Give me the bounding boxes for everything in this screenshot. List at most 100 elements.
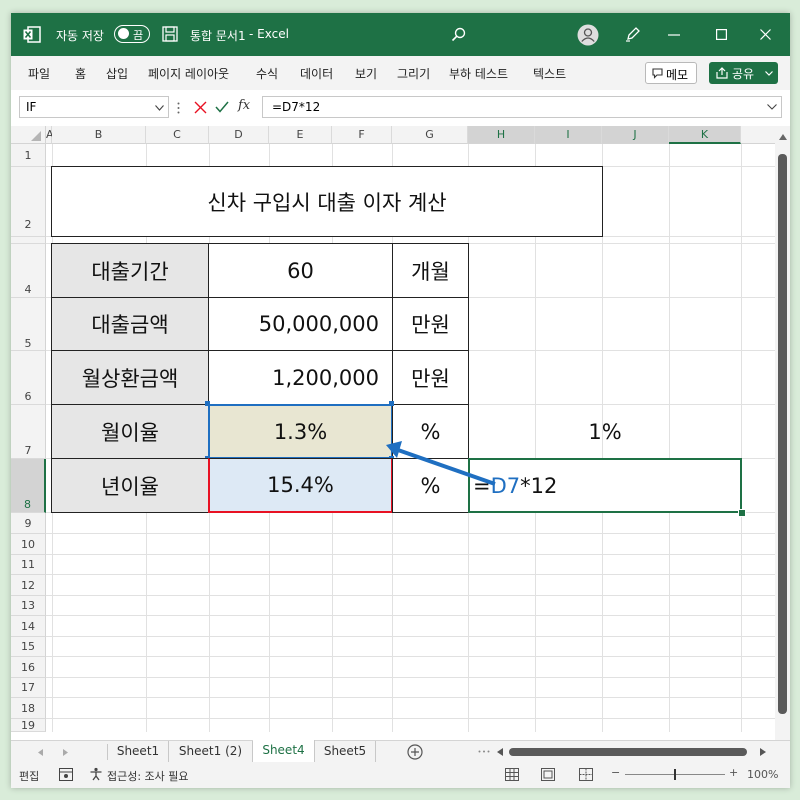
unit-cell-monthly-rate[interactable]: % (392, 404, 469, 459)
page-layout-view-icon[interactable] (541, 768, 555, 781)
horizontal-scroll-thumb[interactable] (509, 748, 747, 756)
value-cell-annual-rate[interactable]: 15.4% (208, 458, 393, 513)
value-cell-monthly-rate[interactable]: 1.3% (208, 404, 393, 459)
column-header-f[interactable]: F (332, 126, 392, 144)
tab-text[interactable]: 텍스트 (533, 65, 566, 82)
unit-cell-loan-amount[interactable]: 만원 (392, 297, 469, 351)
sheet-tab-sheet1-2[interactable]: Sheet1 (2) (169, 741, 253, 763)
tab-home[interactable]: 홈 (75, 65, 86, 82)
tab-scroll-left-icon[interactable] (38, 749, 43, 756)
row-header-17[interactable]: 17 (11, 678, 46, 698)
row-header-4[interactable]: 4 (11, 244, 46, 298)
worksheet-grid[interactable]: 신차 구입시 대출 이자 계산 대출기간 60 개월 대출금액 50,000,0… (46, 144, 775, 732)
row-header-14[interactable]: 14 (11, 616, 46, 637)
expand-formula-icon[interactable] (767, 104, 777, 110)
tab-scroll-right-icon[interactable] (63, 749, 68, 756)
label-cell-loan-period[interactable]: 대출기간 (51, 243, 209, 298)
zoom-in-button[interactable]: + (729, 766, 738, 779)
hscroll-left-icon[interactable] (497, 748, 503, 756)
row-header-3[interactable]: 3 (11, 237, 46, 244)
column-header-k[interactable]: K (669, 126, 741, 144)
cancel-icon[interactable] (194, 101, 207, 114)
label-cell-monthly-payment[interactable]: 월상환금액 (51, 350, 209, 405)
minimize-icon[interactable] (668, 34, 680, 36)
row-header-8[interactable]: 8 (11, 459, 46, 513)
column-header-i[interactable]: I (535, 126, 602, 144)
row-header-12[interactable]: 12 (11, 575, 46, 596)
memo-button[interactable]: 메모 (645, 62, 697, 84)
column-header-h[interactable]: H (468, 126, 535, 144)
save-icon[interactable] (162, 26, 178, 42)
page-break-view-icon[interactable] (579, 768, 593, 781)
fill-handle[interactable] (738, 509, 746, 517)
chevron-down-icon[interactable] (155, 105, 164, 111)
label-cell-annual-rate[interactable]: 년이율 (51, 458, 209, 513)
normal-view-icon[interactable] (505, 768, 519, 781)
tab-formulas[interactable]: 수식 (256, 65, 278, 82)
enter-check-icon[interactable] (215, 101, 229, 113)
row-header-11[interactable]: 11 (11, 555, 46, 575)
column-header-e[interactable]: E (269, 126, 332, 144)
scroll-thumb[interactable] (778, 154, 787, 714)
maximize-icon[interactable] (716, 29, 727, 40)
row-header-15[interactable]: 15 (11, 637, 46, 657)
value-cell-loan-amount[interactable]: 50,000,000 (208, 297, 393, 351)
tab-page-layout[interactable]: 페이지 레이아웃 (148, 65, 229, 82)
autosave-toggle[interactable]: 끔 (114, 25, 150, 43)
label-cell-loan-amount[interactable]: 대출금액 (51, 297, 209, 351)
vertical-scrollbar[interactable] (775, 126, 790, 740)
label-cell-monthly-rate[interactable]: 월이율 (51, 404, 209, 459)
scroll-up-icon[interactable] (779, 134, 787, 140)
macro-record-icon[interactable] (59, 768, 73, 781)
value-cell-monthly-payment[interactable]: 1,200,000 (208, 350, 393, 405)
unit-cell-annual-rate[interactable]: % (392, 458, 469, 513)
row-header-6[interactable]: 6 (11, 351, 46, 405)
tab-load-test[interactable]: 부하 테스트 (449, 65, 508, 82)
column-header-b[interactable]: B (52, 126, 146, 144)
account-avatar-icon[interactable] (577, 24, 599, 46)
column-header-j[interactable]: J (602, 126, 669, 144)
row-header-16[interactable]: 16 (11, 657, 46, 678)
share-button[interactable]: 공유 (709, 62, 778, 84)
accessibility-icon[interactable] (89, 767, 103, 781)
row-header-9[interactable]: 9 (11, 513, 46, 534)
tab-data[interactable]: 데이터 (300, 65, 333, 82)
row-header-1[interactable]: 1 (11, 144, 46, 167)
zoom-slider-thumb[interactable] (674, 769, 676, 780)
zoom-level[interactable]: 100% (747, 768, 778, 781)
column-header-d[interactable]: D (209, 126, 269, 144)
extra-cell-monthly-rate[interactable]: 1% (468, 404, 742, 459)
column-header-c[interactable]: C (146, 126, 209, 144)
new-sheet-icon[interactable] (407, 744, 423, 760)
row-header-18[interactable]: 18 (11, 698, 46, 719)
sheet-title-cell[interactable]: 신차 구입시 대출 이자 계산 (51, 166, 603, 237)
pen-icon[interactable] (625, 26, 641, 42)
column-header-g[interactable]: G (392, 126, 468, 144)
more-options-icon[interactable] (177, 102, 180, 114)
zoom-out-button[interactable]: − (611, 766, 620, 779)
sheet-tab-sheet1[interactable]: Sheet1 (108, 741, 169, 763)
value-cell-loan-period[interactable]: 60 (208, 243, 393, 298)
tab-view[interactable]: 보기 (355, 65, 377, 82)
unit-cell-monthly-payment[interactable]: 만원 (392, 350, 469, 405)
sheet-tab-sheet4[interactable]: Sheet4 (253, 740, 315, 764)
row-header-2[interactable]: 2 (11, 167, 46, 237)
row-header-10[interactable]: 10 (11, 534, 46, 555)
more-tabs-icon[interactable] (478, 750, 490, 753)
sheet-tab-sheet5[interactable]: Sheet5 (315, 741, 376, 763)
hscroll-right-icon[interactable] (760, 748, 766, 756)
formula-input[interactable]: =D7*12 (262, 96, 782, 118)
row-header-13[interactable]: 13 (11, 596, 46, 616)
row-header-7[interactable]: 7 (11, 405, 46, 459)
tab-draw[interactable]: 그리기 (397, 65, 430, 82)
row-header-5[interactable]: 5 (11, 298, 46, 351)
close-icon[interactable] (760, 29, 771, 40)
tab-file[interactable]: 파일 (28, 65, 50, 82)
tab-insert[interactable]: 삽입 (106, 65, 128, 82)
search-icon[interactable] (451, 27, 466, 42)
select-all-corner[interactable] (11, 126, 46, 144)
row-header-19[interactable]: 19 (11, 719, 46, 732)
unit-cell-loan-period[interactable]: 개월 (392, 243, 469, 298)
name-box[interactable]: IF (19, 96, 169, 118)
status-accessibility[interactable]: 접근성: 조사 필요 (107, 768, 189, 784)
